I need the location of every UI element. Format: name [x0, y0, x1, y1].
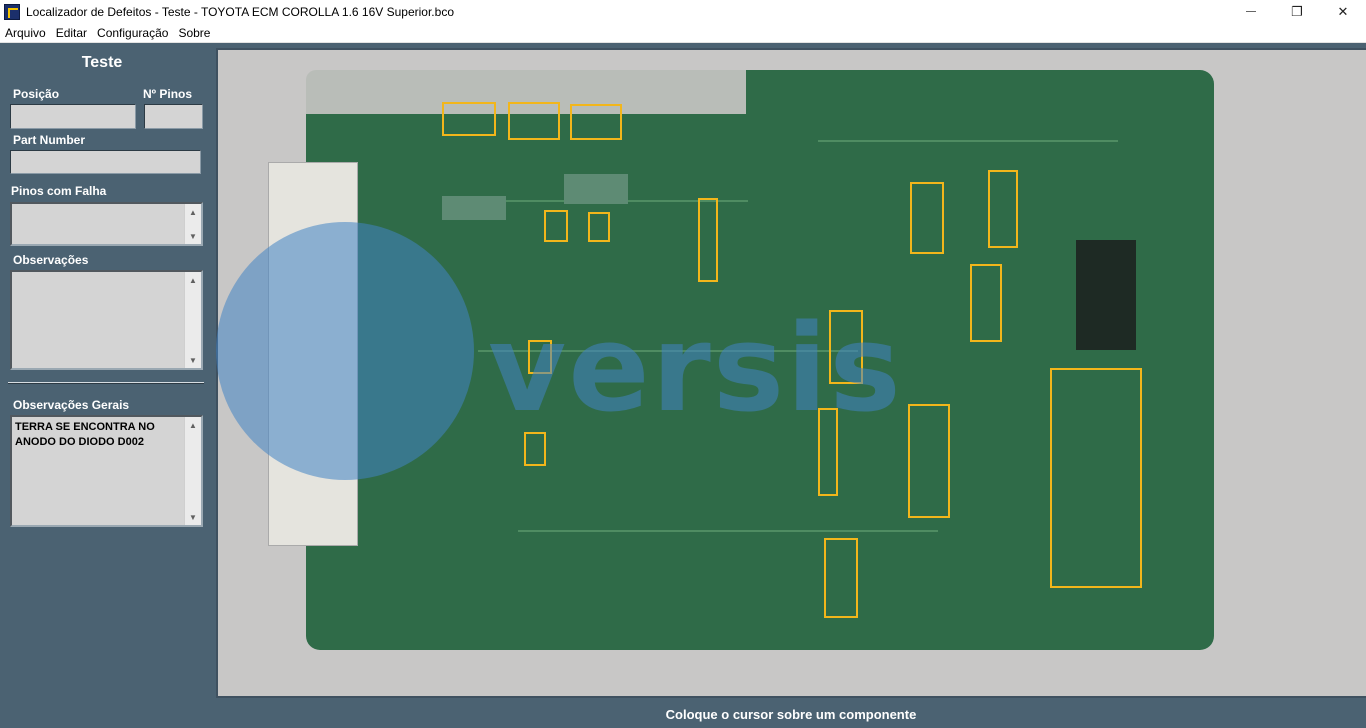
watermark-text: versis: [488, 300, 903, 439]
scroll-down-icon[interactable]: ▼: [185, 352, 201, 368]
window-title: Localizador de Defeitos - Teste - TOYOTA…: [26, 4, 454, 19]
component-highlight[interactable]: [588, 212, 610, 242]
pins-field[interactable]: [144, 104, 203, 129]
scroll-down-icon[interactable]: ▼: [185, 228, 201, 244]
component-highlight[interactable]: [988, 170, 1018, 248]
failed-pins-memo[interactable]: ▲ ▼: [10, 202, 203, 246]
failed-pins-scrollbar[interactable]: ▲ ▼: [184, 204, 201, 244]
close-button[interactable]: ✕: [1320, 0, 1366, 23]
pcb-component: [1076, 240, 1136, 350]
general-observations-label: Observações Gerais: [13, 398, 130, 412]
part-number-field[interactable]: [10, 150, 201, 174]
scroll-up-icon[interactable]: ▲: [185, 417, 201, 433]
watermark-logo-icon: [216, 222, 474, 480]
menu-bar: Arquivo Editar Configuração Sobre: [0, 23, 1366, 43]
scroll-down-icon[interactable]: ▼: [185, 509, 201, 525]
board-image-area[interactable]: versis: [216, 48, 1366, 698]
restore-button[interactable]: ❐: [1274, 0, 1320, 23]
component-highlight[interactable]: [698, 198, 718, 282]
window-controls: ❐ ✕: [1228, 0, 1366, 23]
general-observations-scrollbar[interactable]: ▲ ▼: [184, 417, 201, 525]
general-observations-memo[interactable]: TERRA SE ENCONTRA NO ANODO DO DIODO D002…: [10, 415, 203, 527]
pcb-trace: [518, 530, 938, 532]
component-highlight[interactable]: [544, 210, 568, 242]
component-highlight[interactable]: [970, 264, 1002, 342]
component-highlight[interactable]: [910, 182, 944, 254]
position-label: Posição: [13, 87, 60, 101]
menu-configuracao[interactable]: Configuração: [92, 26, 173, 40]
status-message: Coloque o cursor sobre um componente: [665, 707, 917, 722]
test-panel: Teste Posição Nº Pinos Part Number Pinos…: [0, 44, 214, 728]
scroll-up-icon[interactable]: ▲: [185, 272, 201, 288]
pcb-component: [442, 196, 506, 220]
pcb-trace: [818, 140, 1118, 142]
component-highlight[interactable]: [1050, 368, 1142, 588]
menu-sobre[interactable]: Sobre: [173, 26, 215, 40]
general-observations-text: TERRA SE ENCONTRA NO ANODO DO DIODO D002: [15, 421, 158, 448]
menu-arquivo[interactable]: Arquivo: [0, 26, 51, 40]
failed-pins-label: Pinos com Falha: [11, 184, 107, 198]
panel-divider: [8, 382, 204, 384]
panel-title: Teste: [81, 54, 123, 71]
position-field[interactable]: [10, 104, 136, 129]
app-icon: [4, 3, 20, 20]
title-bar: Localizador de Defeitos - Teste - TOYOTA…: [0, 0, 1366, 23]
observations-label: Observações: [13, 253, 89, 267]
scroll-up-icon[interactable]: ▲: [185, 204, 201, 220]
component-highlight[interactable]: [908, 404, 950, 518]
component-highlight[interactable]: [442, 102, 496, 136]
pins-label: Nº Pinos: [143, 87, 193, 101]
minimize-button[interactable]: [1228, 0, 1274, 23]
part-number-label: Part Number: [13, 133, 86, 147]
component-highlight[interactable]: [824, 538, 858, 618]
pcb-component: [564, 174, 628, 204]
observations-scrollbar[interactable]: ▲ ▼: [184, 272, 201, 368]
component-highlight[interactable]: [508, 102, 560, 140]
observations-memo[interactable]: ▲ ▼: [10, 270, 203, 370]
menu-editar[interactable]: Editar: [51, 26, 92, 40]
component-highlight[interactable]: [570, 104, 622, 140]
